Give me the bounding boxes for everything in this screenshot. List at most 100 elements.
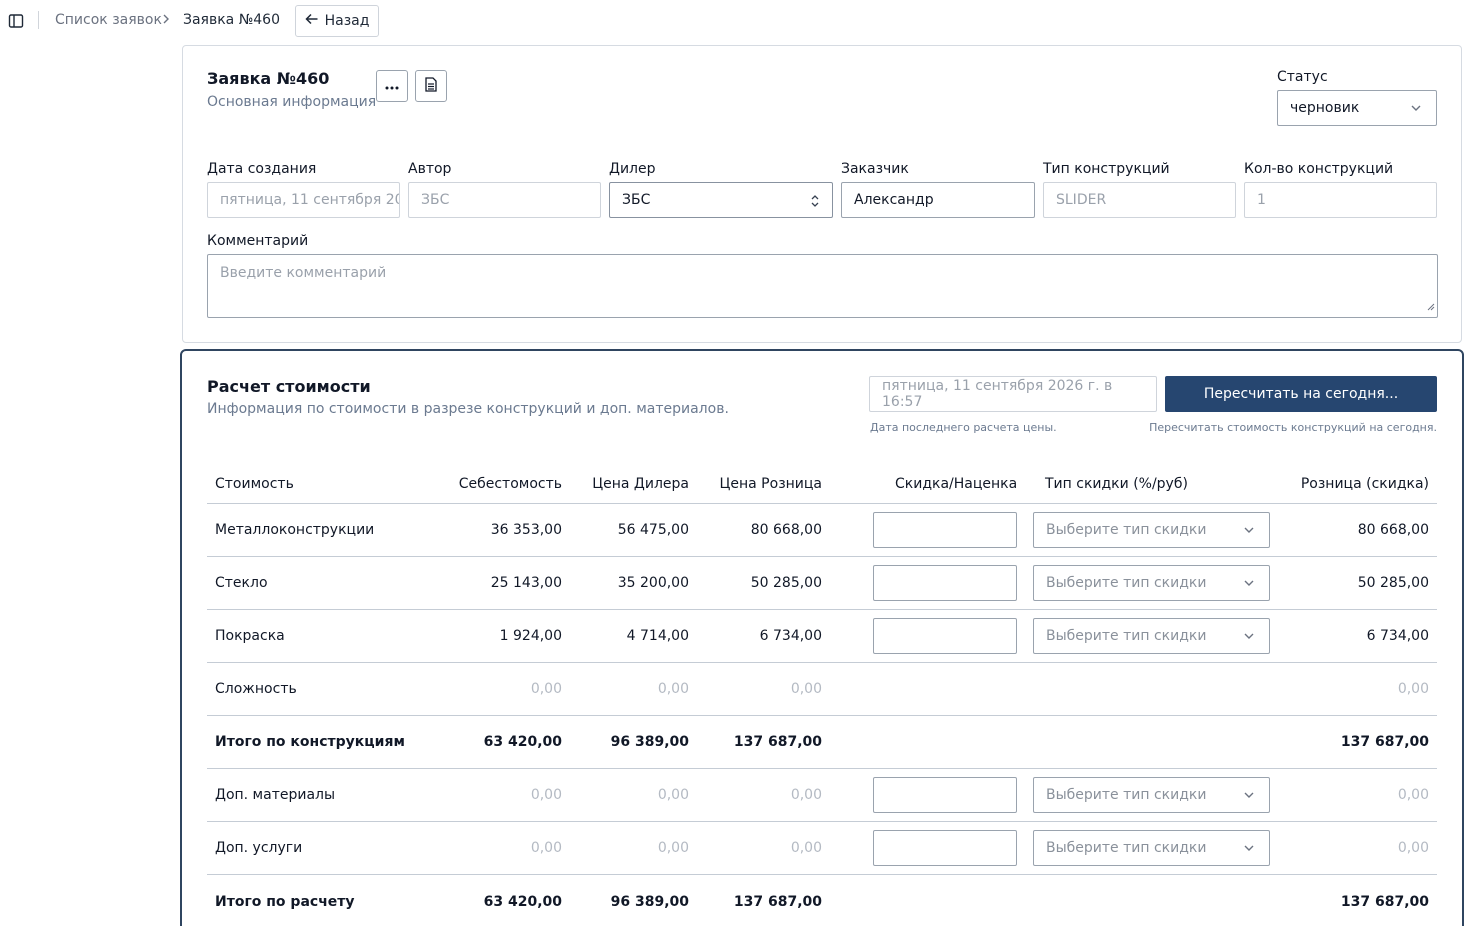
discount-type-select[interactable]: Выберите тип скидки xyxy=(1033,618,1270,654)
recalculate-hint: Пересчитать стоимость конструкций на сег… xyxy=(1149,421,1437,434)
recalculate-button[interactable]: Пересчитать на сегодня... xyxy=(1165,376,1437,412)
created-date-field: пятница, 11 сентября 2026 г. в 16:57 xyxy=(207,182,400,218)
row-name: Сложность xyxy=(215,681,297,697)
chevron-down-icon xyxy=(1243,787,1255,807)
header-retail-discount: Розница (скидка) xyxy=(1300,475,1429,492)
table-row: Сложность 0,00 0,00 0,00 0,00 xyxy=(207,663,1437,716)
construction-type-value: SLIDER xyxy=(1056,192,1107,208)
construction-type-field: SLIDER xyxy=(1043,182,1236,218)
chevron-down-icon xyxy=(1243,575,1255,595)
pricing-subtitle: Информация по стоимости в разрезе констр… xyxy=(207,401,729,417)
row-name: Металлоконструкции xyxy=(215,522,375,538)
row-cost: 0,00 xyxy=(530,840,562,856)
resize-handle-icon[interactable] xyxy=(1427,299,1435,315)
customer-value: Александр xyxy=(854,192,934,208)
breadcrumb-orders-list[interactable]: Список заявок xyxy=(55,12,162,28)
row-retail-price: 6 734,00 xyxy=(759,628,822,644)
customer-input[interactable]: Александр xyxy=(841,182,1035,218)
row-dealer-price: 35 200,00 xyxy=(617,575,689,591)
row-name: Доп. материалы xyxy=(215,787,336,803)
breadcrumb-current: Заявка №460 xyxy=(183,12,280,28)
dealer-value: ЗБС xyxy=(622,192,651,208)
row-cost: 63 420,00 xyxy=(483,893,562,910)
discount-type-select[interactable]: Выберите тип скидки xyxy=(1033,777,1270,813)
discount-type-placeholder: Выберите тип скидки xyxy=(1046,840,1207,856)
header-name: Стоимость xyxy=(215,475,294,492)
row-retail-discount: 50 285,00 xyxy=(1357,575,1429,591)
table-row: Покраска 1 924,00 4 714,00 6 734,00 Выбе… xyxy=(207,610,1437,663)
document-icon xyxy=(425,76,437,96)
row-retail-discount: 6 734,00 xyxy=(1366,628,1429,644)
header-retail-price: Цена Розница xyxy=(719,475,822,492)
row-name: Доп. услуги xyxy=(215,840,303,856)
order-subtitle: Основная информация xyxy=(207,94,377,110)
row-retail-price: 0,00 xyxy=(790,681,822,697)
sidebar-toggle-icon[interactable] xyxy=(8,13,24,29)
pricing-card: Расчет стоимости Информация по стоимости… xyxy=(180,349,1464,926)
row-name: Покраска xyxy=(215,628,285,644)
header-discount-type: Тип скидки (%/руб) xyxy=(1045,475,1188,492)
discount-type-select[interactable]: Выберите тип скидки xyxy=(1033,830,1270,866)
row-retail-discount: 0,00 xyxy=(1397,787,1429,803)
construction-count-label: Кол-во конструкций xyxy=(1244,161,1394,177)
row-retail-discount: 0,00 xyxy=(1397,840,1429,856)
row-retail-discount: 137 687,00 xyxy=(1340,893,1429,910)
row-cost: 0,00 xyxy=(530,787,562,803)
status-label: Статус xyxy=(1277,69,1328,85)
document-button[interactable] xyxy=(415,70,447,102)
arrow-left-icon xyxy=(305,13,319,29)
discount-input[interactable] xyxy=(873,565,1017,601)
row-name: Стекло xyxy=(215,575,268,591)
table-row: Металлоконструкции 36 353,00 56 475,00 8… xyxy=(207,504,1437,557)
table-row: Доп. материалы 0,00 0,00 0,00 Выберите т… xyxy=(207,769,1437,822)
divider xyxy=(38,11,39,29)
back-button[interactable]: Назад xyxy=(295,5,379,37)
row-retail-price: 0,00 xyxy=(790,787,822,803)
discount-type-placeholder: Выберите тип скидки xyxy=(1046,575,1207,591)
pricing-table: Стоимость Себестомость Цена Дилера Цена … xyxy=(207,464,1437,926)
customer-label: Заказчик xyxy=(841,161,909,177)
author-field: ЗБС xyxy=(408,182,601,218)
row-dealer-price: 4 714,00 xyxy=(626,628,689,644)
row-dealer-price: 0,00 xyxy=(657,681,689,697)
discount-type-select[interactable]: Выберите тип скидки xyxy=(1033,512,1270,548)
discount-input[interactable] xyxy=(873,830,1017,866)
back-button-label: Назад xyxy=(324,13,370,29)
table-row-grand-total: Итого по расчету 63 420,00 96 389,00 137… xyxy=(207,875,1437,926)
discount-type-select[interactable]: Выберите тип скидки xyxy=(1033,565,1270,601)
order-info-card: Заявка №460 Основная информация Статус ч… xyxy=(182,45,1462,343)
table-row: Стекло 25 143,00 35 200,00 50 285,00 Выб… xyxy=(207,557,1437,610)
row-retail-price: 50 285,00 xyxy=(750,575,822,591)
dealer-select[interactable]: ЗБС xyxy=(609,182,833,218)
updown-chevron-icon xyxy=(810,193,820,213)
comment-placeholder: Введите комментарий xyxy=(220,265,387,281)
construction-count-field: 1 xyxy=(1244,182,1437,218)
comment-label: Комментарий xyxy=(207,233,309,249)
more-actions-button[interactable] xyxy=(376,70,408,102)
price-date-field: пятница, 11 сентября 2026 г. в 16:57 xyxy=(869,376,1157,412)
header-discount: Скидка/Наценка xyxy=(895,475,1018,492)
row-cost: 0,00 xyxy=(530,681,562,697)
discount-input[interactable] xyxy=(873,618,1017,654)
row-cost: 1 924,00 xyxy=(499,628,562,644)
order-title: Заявка №460 xyxy=(207,69,330,88)
row-dealer-price: 0,00 xyxy=(657,787,689,803)
chevron-down-icon xyxy=(1243,522,1255,542)
top-bar: Список заявок Заявка №460 Назад xyxy=(0,0,1474,42)
discount-input[interactable] xyxy=(873,512,1017,548)
row-retail-discount: 80 668,00 xyxy=(1357,522,1429,538)
header-dealer-price: Цена Дилера xyxy=(592,475,689,492)
status-select[interactable]: черновик xyxy=(1277,90,1437,126)
comment-textarea[interactable]: Введите комментарий xyxy=(207,254,1438,318)
discount-input[interactable] xyxy=(873,777,1017,813)
row-retail-price: 0,00 xyxy=(790,840,822,856)
discount-type-placeholder: Выберите тип скидки xyxy=(1046,628,1207,644)
status-value: черновик xyxy=(1290,100,1360,116)
table-row: Доп. услуги 0,00 0,00 0,00 Выберите тип … xyxy=(207,822,1437,875)
construction-count-value: 1 xyxy=(1257,192,1266,208)
header-cost: Себестомость xyxy=(458,475,562,492)
author-value: ЗБС xyxy=(421,192,450,208)
row-name: Итого по конструкциям xyxy=(215,734,405,750)
row-dealer-price: 56 475,00 xyxy=(617,522,689,538)
chevron-down-icon xyxy=(1243,628,1255,648)
